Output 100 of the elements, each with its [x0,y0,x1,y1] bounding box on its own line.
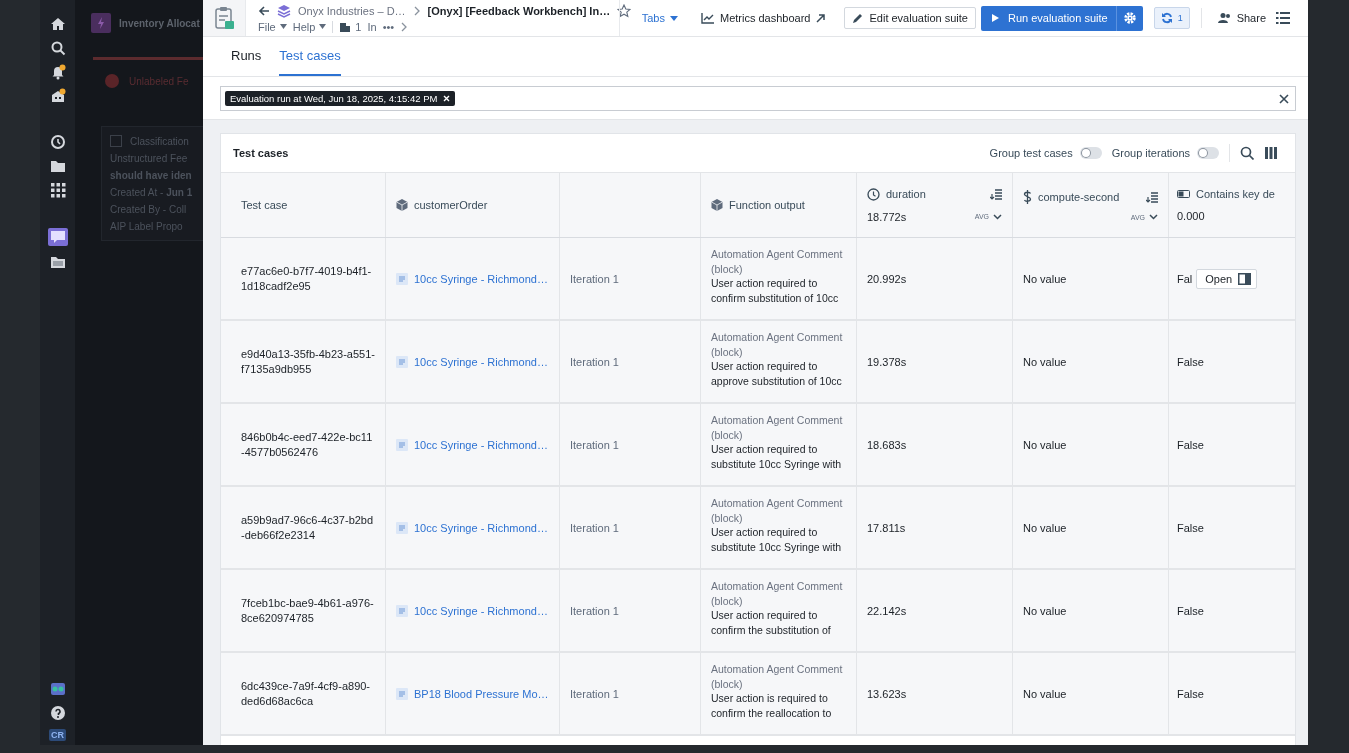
column-header[interactable]: Test case [241,199,288,211]
column-header[interactable]: customerOrder [396,199,488,211]
chevron-right-icon [412,5,421,16]
list-icon[interactable] [1276,11,1290,25]
object-link[interactable]: 10cc Syringe - Richmond… [396,438,548,451]
metrics-dashboard-link[interactable]: Metrics dashboard [696,8,832,28]
user-avatar[interactable]: CR [49,729,66,741]
filter-field[interactable]: Evaluation run at Wed, Jun 18, 2025, 4:15:42 PM [220,86,1296,111]
chat-icon[interactable] [47,228,68,246]
card-text: should have iden [110,170,193,181]
column-header[interactable]: Function output [711,199,805,211]
table-cell: 20.992s [867,272,907,285]
toggle-label: Group test cases [989,147,1073,159]
close-icon[interactable] [443,95,451,102]
bolt-logo-icon [91,13,111,33]
column-summary: 18.772s [867,210,907,223]
card-text: AIP Label Propo [110,221,184,232]
network-icon[interactable] [49,681,66,697]
output-label: Automation Agent Comment (block) [711,496,844,525]
table-cell-text: 6dc439ce-7a9f-4cf9-a890-ded6d68ac6ca [241,678,372,709]
folder-icon[interactable] [49,158,66,174]
sort-icon[interactable] [990,188,1002,200]
folder-icon[interactable] [49,254,66,270]
filter-tag[interactable]: Evaluation run at Wed, Jun 18, 2025, 4:15:42 PM [225,91,456,106]
table-cell: No value [1023,272,1067,285]
object-link[interactable]: 10cc Syringe - Richmond… [396,272,548,285]
alert-icon [105,74,119,88]
toggle-icon [1177,190,1190,198]
table-cell: False [1177,438,1204,451]
table-cell: Fal [1177,272,1193,285]
tabs-dropdown[interactable]: Tabs [636,8,683,28]
columns-icon[interactable] [1264,146,1278,160]
refresh-icon [1160,12,1173,24]
search-icon[interactable] [49,40,66,56]
edit-suite-button[interactable]: Edit evaluation suite [844,7,976,29]
output-text: User action required to approve substitution of 10cc [711,359,843,388]
breadcrumb-link[interactable]: Onyx Industries – D… [298,4,406,17]
stack-icon [277,3,291,18]
share-button[interactable]: Share [1212,8,1271,28]
home-icon[interactable] [49,16,66,32]
table-cell: Iteration 1 [570,604,619,617]
back-arrow-icon[interactable] [258,4,270,17]
table-cell: e9d40a13-35fb-4b23-a551-f7135a9db955 [241,346,375,377]
caret-icon [279,24,287,29]
card-title: Classification [130,135,189,147]
open-button[interactable]: Open [1196,268,1258,289]
checkbox[interactable] [110,135,122,147]
object-link[interactable]: 10cc Syringe - Richmond… [396,355,548,368]
tab[interactable]: Test cases [279,37,341,76]
more-button[interactable]: ••• [382,20,395,33]
toggle-switch[interactable] [1079,147,1102,159]
sync-button[interactable]: 1 [1153,7,1190,29]
menu-item[interactable]: File [258,20,287,33]
apps-grid-icon[interactable] [49,182,66,198]
table-cell: Iteration 1 [570,438,619,451]
object-link[interactable]: BP18 Blood Pressure Mo… [396,687,549,700]
table-cell: Iteration 1 [570,521,619,534]
table-cell: False [1177,687,1204,700]
object-icon [396,604,408,617]
object-icon [396,687,408,700]
table-cell-text: e77ac6e0-b7f7-4019-b4f1-1d18cadf2e95 [241,263,373,294]
document-title: [Onyx] [Feedback Workbench] In… [427,4,611,17]
sort-icon[interactable] [1146,190,1158,203]
toggle-switch[interactable] [1197,147,1219,159]
chevron-down-icon [1149,214,1158,220]
column-header[interactable]: compute-second [1023,189,1120,204]
history-icon[interactable] [49,134,66,150]
members-count[interactable]: 1 [339,20,362,33]
object-link[interactable]: 10cc Syringe - Richmond… [396,521,548,534]
object-icon [396,272,408,285]
table-cell: No value [1023,438,1067,451]
play-icon [990,13,1000,23]
table-cell: Iteration 1 [570,355,619,368]
menu-item[interactable]: Help [292,20,327,33]
column-header[interactable]: Contains key de [1177,188,1275,200]
output-label: Automation Agent Comment (block) [711,413,844,442]
object-link[interactable]: 10cc Syringe - Richmond… [396,604,548,617]
chevron-down-icon [993,213,1002,220]
object-icon [396,438,408,451]
output-label: Automation Agent Comment (block) [711,662,844,691]
column-summary: 0.000 [1177,210,1205,222]
clear-icon[interactable] [1279,93,1289,104]
tab[interactable]: Runs [231,37,262,76]
table-cell: Iteration 1 [570,687,619,700]
gear-icon [1122,11,1137,25]
object-icon [396,355,408,368]
output-text: User action is required to confirm the reallocation to [711,691,833,720]
cube-icon [711,199,723,211]
location-text: In [367,20,377,33]
table-cell: 17.811s [867,521,906,534]
app-title: Inventory Allocat [119,17,200,29]
panel-icon [1238,272,1252,285]
star-icon[interactable] [617,3,632,18]
table-cell: No value [1023,687,1067,700]
line-chart-icon [701,12,715,24]
help-icon[interactable] [49,705,66,721]
search-icon[interactable] [1240,146,1254,160]
column-header[interactable]: duration [867,187,926,201]
output-text: User action required to substitute 10cc Syringe with [711,442,843,471]
table-cell: 7fceb1bc-bae9-4b61-a976-8ce620974785 [241,595,375,626]
